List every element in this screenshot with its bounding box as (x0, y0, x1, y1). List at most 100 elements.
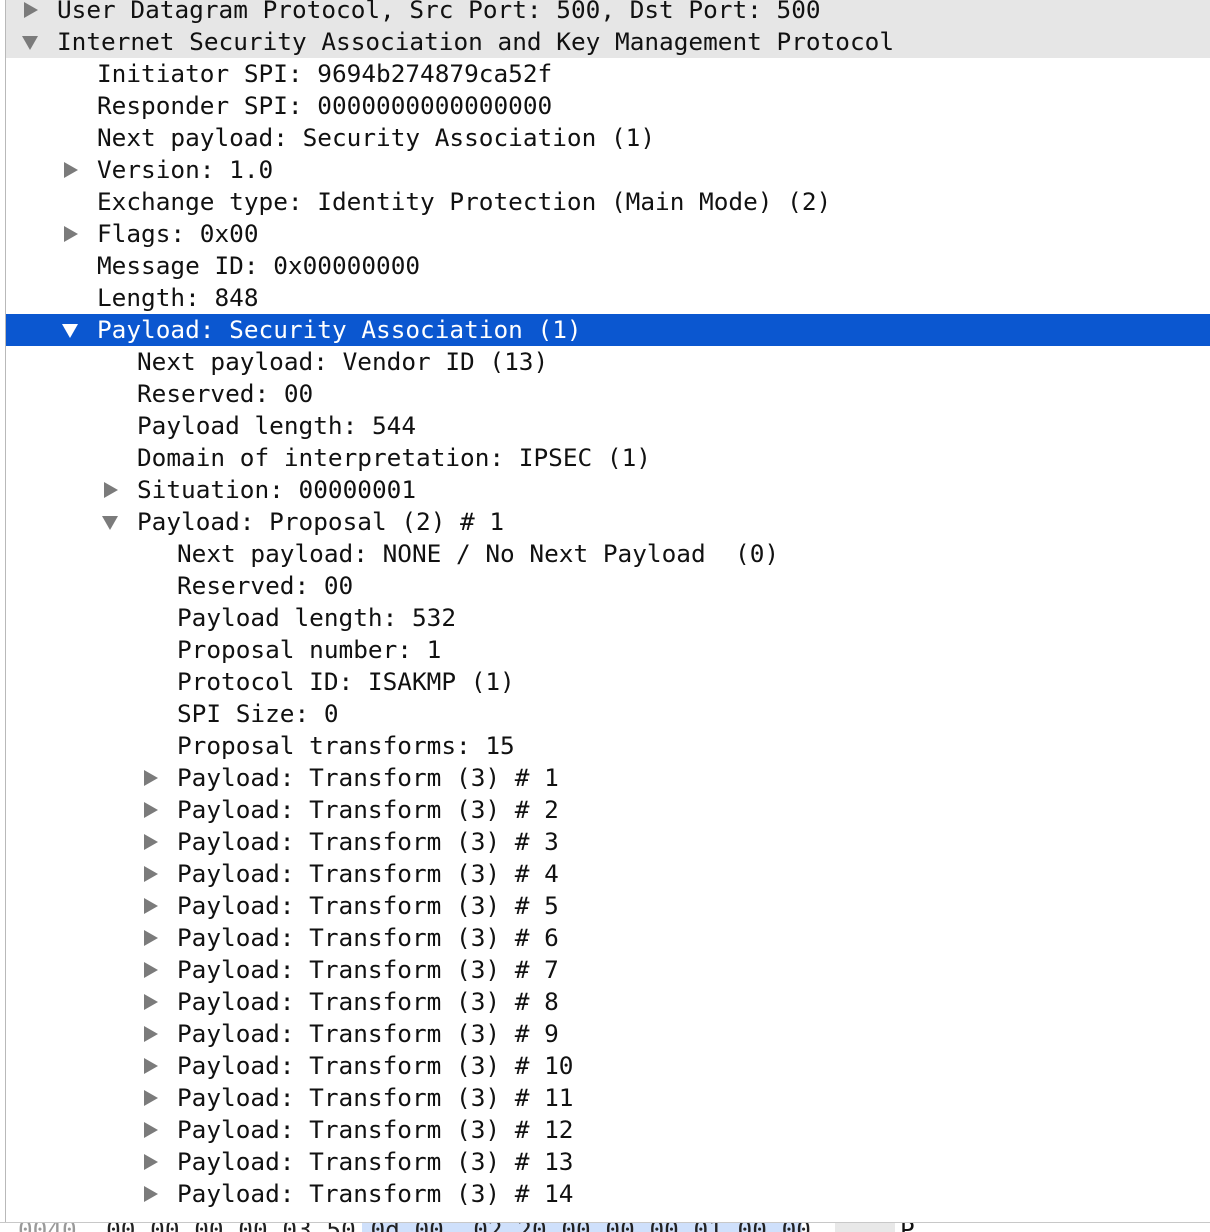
tree-row[interactable]: Situation: 00000001 (6, 474, 1210, 506)
disclosure-triangle-right-icon[interactable] (102, 474, 118, 506)
tree-row-label: Payload: Transform (3) # 1 (177, 763, 559, 792)
tree-row-label: Payload: Transform (3) # 14 (177, 1179, 574, 1208)
tree-row-label: Payload: Transform (3) # 7 (177, 955, 559, 984)
disclosure-triangle-right-icon[interactable] (142, 762, 158, 794)
disclosure-triangle-right-icon[interactable] (142, 1146, 158, 1178)
tree-row[interactable]: Proposal number: 1 (6, 634, 1210, 666)
tree-row[interactable]: Payload: Transform (3) # 13 (6, 1146, 1210, 1178)
tree-row[interactable]: Payload: Transform (3) # 11 (6, 1082, 1210, 1114)
tree-row-label: Payload: Transform (3) # 6 (177, 923, 559, 952)
packet-details-pane[interactable]: User Datagram Protocol, Src Port: 500, D… (5, 0, 1210, 1222)
tree-row[interactable]: Payload: Transform (3) # 6 (6, 922, 1210, 954)
tree-row-label: User Datagram Protocol, Src Port: 500, D… (57, 0, 821, 24)
disclosure-triangle-right-icon[interactable] (142, 922, 158, 954)
disclosure-triangle-right-icon[interactable] (142, 986, 158, 1018)
tree-row[interactable]: Payload: Transform (3) # 7 (6, 954, 1210, 986)
tree-row[interactable]: Next payload: Security Association (1) (6, 122, 1210, 154)
tree-row-label: Flags: 0x00 (97, 219, 259, 248)
tree-row[interactable]: Next payload: NONE / No Next Payload (0) (6, 538, 1210, 570)
disclosure-triangle-right-icon[interactable] (62, 154, 78, 186)
tree-row[interactable]: Flags: 0x00 (6, 218, 1210, 250)
ascii-selection-highlight (835, 1223, 895, 1232)
disclosure-triangle-right-icon[interactable] (62, 218, 78, 250)
disclosure-triangle-right-icon[interactable] (142, 826, 158, 858)
tree-row-label: Proposal transforms: 15 (177, 731, 515, 760)
tree-row-label: Payload: Transform (3) # 8 (177, 987, 559, 1016)
tree-row[interactable]: Responder SPI: 0000000000000000 (6, 90, 1210, 122)
tree-row[interactable]: Payload: Transform (3) # 12 (6, 1114, 1210, 1146)
tree-row-label: Payload: Transform (3) # 10 (177, 1051, 574, 1080)
tree-row[interactable]: Payload: Transform (3) # 4 (6, 858, 1210, 890)
tree-row[interactable]: Payload: Proposal (2) # 1 (6, 506, 1210, 538)
hex-bytes: 00 00 00 00 03 50 0d 00 02 20 00 00 00 0… (106, 1223, 811, 1232)
tree-row-label: Initiator SPI: 9694b274879ca52f (97, 59, 553, 88)
tree-row[interactable]: Payload: Transform (3) # 3 (6, 826, 1210, 858)
tree-row[interactable]: Payload: Transform (3) # 1 (6, 762, 1210, 794)
tree-row[interactable]: Payload: Transform (3) # 9 (6, 1018, 1210, 1050)
tree-row-label: Exchange type: Identity Protection (Main… (97, 187, 832, 216)
tree-row-label: Next payload: Security Association (1) (97, 123, 656, 152)
tree-row[interactable]: Payload: Transform (3) # 10 (6, 1050, 1210, 1082)
tree-row[interactable]: Payload: Transform (3) # 2 (6, 794, 1210, 826)
tree-row[interactable]: Payload: Security Association (1) (6, 314, 1210, 346)
tree-row-label: SPI Size: 0 (177, 699, 339, 728)
disclosure-triangle-right-icon[interactable] (22, 0, 38, 26)
tree-row-label: Reserved: 00 (137, 379, 314, 408)
tree-row-label: Next payload: Vendor ID (13) (137, 347, 549, 376)
disclosure-triangle-down-icon[interactable] (62, 314, 78, 346)
tree-row[interactable]: Domain of interpretation: IPSEC (1) (6, 442, 1210, 474)
disclosure-triangle-right-icon[interactable] (142, 1018, 158, 1050)
disclosure-triangle-down-icon[interactable] (102, 506, 118, 538)
tree-row[interactable]: Payload: Transform (3) # 8 (6, 986, 1210, 1018)
tree-row[interactable]: Payload length: 544 (6, 410, 1210, 442)
tree-row[interactable]: Proposal transforms: 15 (6, 730, 1210, 762)
tree-row-label: Reserved: 00 (177, 571, 354, 600)
tree-row-label: Payload: Transform (3) # 4 (177, 859, 559, 888)
tree-row[interactable]: Message ID: 0x00000000 (6, 250, 1210, 282)
disclosure-triangle-right-icon[interactable] (142, 1082, 158, 1114)
tree-row[interactable]: Payload length: 532 (6, 602, 1210, 634)
tree-row-label: Version: 1.0 (97, 155, 274, 184)
tree-row[interactable]: SPI Size: 0 (6, 698, 1210, 730)
disclosure-triangle-right-icon[interactable] (142, 1050, 158, 1082)
tree-row[interactable]: Reserved: 00 (6, 570, 1210, 602)
tree-row[interactable]: Payload: Transform (3) # 5 (6, 890, 1210, 922)
tree-row-label: Message ID: 0x00000000 (97, 251, 421, 280)
hex-offset: 0040 (18, 1223, 77, 1232)
tree-row-label: Payload: Transform (3) # 2 (177, 795, 559, 824)
disclosure-triangle-right-icon[interactable] (142, 1114, 158, 1146)
disclosure-triangle-right-icon[interactable] (142, 954, 158, 986)
tree-row-label: Responder SPI: 0000000000000000 (97, 91, 553, 120)
tree-row[interactable]: Version: 1.0 (6, 154, 1210, 186)
packet-bytes-pane[interactable]: 0040 00 00 00 00 03 50 0d 00 02 20 00 00… (0, 1222, 1210, 1232)
tree-row[interactable]: Reserved: 00 (6, 378, 1210, 410)
tree-row-label: Protocol ID: ISAKMP (1) (177, 667, 515, 696)
tree-row[interactable]: Exchange type: Identity Protection (Main… (6, 186, 1210, 218)
tree-row-label: Payload: Transform (3) # 3 (177, 827, 559, 856)
tree-row-label: Payload: Transform (3) # 5 (177, 891, 559, 920)
tree-row-label: Proposal number: 1 (177, 635, 442, 664)
disclosure-triangle-right-icon[interactable] (142, 794, 158, 826)
tree-row-label: Situation: 00000001 (137, 475, 417, 504)
tree-row-label: Payload length: 544 (137, 411, 417, 440)
tree-row-label: Length: 848 (97, 283, 259, 312)
tree-row-label: Internet Security Association and Key Ma… (57, 27, 895, 56)
tree-row[interactable]: Initiator SPI: 9694b274879ca52f (6, 58, 1210, 90)
tree-row[interactable]: User Datagram Protocol, Src Port: 500, D… (6, 0, 1210, 26)
disclosure-triangle-right-icon[interactable] (142, 858, 158, 890)
disclosure-triangle-right-icon[interactable] (142, 890, 158, 922)
tree-row[interactable]: Protocol ID: ISAKMP (1) (6, 666, 1210, 698)
disclosure-triangle-down-icon[interactable] (22, 26, 38, 58)
tree-row[interactable]: Length: 848 (6, 282, 1210, 314)
tree-row-label: Payload: Security Association (1) (97, 315, 582, 344)
tree-row-label: Payload: Proposal (2) # 1 (137, 507, 505, 536)
tree-row-label: Payload: Transform (3) # 13 (177, 1147, 574, 1176)
tree-row-label: Payload length: 532 (177, 603, 457, 632)
disclosure-triangle-right-icon[interactable] (142, 1178, 158, 1210)
tree-row[interactable]: Internet Security Association and Key Ma… (6, 26, 1210, 58)
tree-row[interactable]: Next payload: Vendor ID (13) (6, 346, 1210, 378)
tree-row-label: Domain of interpretation: IPSEC (1) (137, 443, 651, 472)
tree-row[interactable]: Payload: Transform (3) # 14 (6, 1178, 1210, 1210)
hex-line[interactable]: 0040 00 00 00 00 03 50 0d 00 02 20 00 00… (18, 1223, 811, 1232)
hex-ascii: P (900, 1223, 915, 1232)
